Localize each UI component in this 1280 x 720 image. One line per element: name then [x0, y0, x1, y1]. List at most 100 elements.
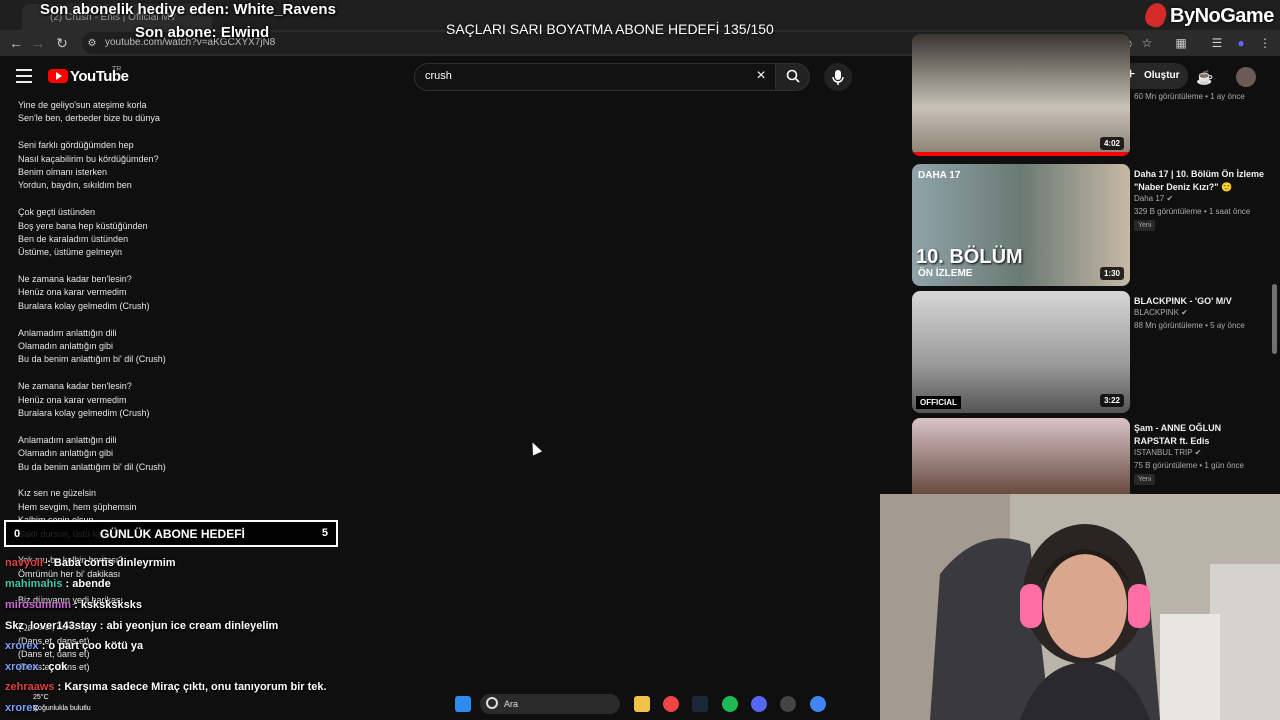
- lyrics-line: Henüz ona karar vermedim: [18, 394, 127, 405]
- chat-text: abende: [72, 578, 111, 590]
- goal-title: GÜNLÜK ABONE HEDEFİ: [100, 527, 245, 541]
- lyrics-line: [18, 193, 418, 206]
- youtube-logo-icon[interactable]: [48, 69, 68, 83]
- lyrics-line: Sen'le ben, derbeder bize bu dünya: [18, 113, 160, 124]
- video-thumbnail[interactable]: 4:02: [912, 34, 1130, 156]
- chat-separator: :: [62, 578, 73, 590]
- lyrics-line: Ben de karaladım üstünden: [18, 233, 129, 244]
- lyrics-line: Anlamadım anlattığın dili: [18, 327, 117, 338]
- video-title[interactable]: BLACKPINK - 'GO' M/V: [1134, 295, 1266, 308]
- webcam-feed: [880, 494, 1280, 720]
- thumbnail-caption: OFFICIAL: [916, 396, 961, 409]
- chat-separator: :: [44, 557, 54, 569]
- video-duration: 1:30: [1099, 267, 1124, 280]
- lyrics-line: Buralara kolay gelmedim (Crush): [18, 407, 150, 418]
- lyrics-line: Yine de geliyo'sun ateşime korla: [18, 100, 147, 110]
- lyrics-line: Seni farklı gördüğümden hep: [18, 140, 134, 151]
- lyrics-line: Olamadın anlattığın gibi: [18, 448, 114, 459]
- video-title[interactable]: Şam - ANNE OĞLUN RAPSTAR ft. Edis: [1134, 422, 1266, 448]
- lyrics-line: Ne zamana kadar ben'lesin?: [18, 381, 132, 392]
- chat-username[interactable]: Skz_lover143stay: [5, 620, 97, 632]
- related-video-item[interactable]: DAHA 17 10. BÖLÜM ÖN İZLEME 1:30 Daha 17…: [912, 164, 1272, 288]
- video-meta: 60 Mn görüntüleme • 1 ay önce: [1134, 92, 1245, 101]
- video-thumbnail[interactable]: OFFICIAL 3:22: [912, 291, 1130, 413]
- sidebar-scrollbar[interactable]: [1272, 284, 1277, 354]
- new-badge: Yeni: [1134, 474, 1156, 485]
- search-input-value[interactable]: crush: [425, 70, 452, 82]
- weather-temperature[interactable]: 25°C: [33, 694, 49, 701]
- lyrics-line: Çok geçti üstünden: [18, 207, 96, 218]
- file-explorer-icon[interactable]: [634, 696, 650, 712]
- chat-username[interactable]: mirosummm: [5, 599, 71, 611]
- chat-username[interactable]: xrorex: [5, 661, 39, 673]
- lyrics-line: Buralara kolay gelmedim (Crush): [18, 300, 150, 311]
- video-duration: 3:22: [1099, 394, 1124, 407]
- taskbar-search-icon: [486, 697, 498, 709]
- chat-message: mirosummm : ksksksksks: [5, 599, 405, 611]
- chat-message: xrorex : o part çoo kötü ya: [5, 640, 405, 652]
- lyrics-line: Üstüme, üstüme gelmeyin: [18, 247, 123, 258]
- related-video-item[interactable]: 4:02 60 Mn görüntüleme • 1 ay önce: [912, 34, 1272, 158]
- search-input[interactable]: [414, 63, 776, 91]
- lyrics-line: Hem sevgim, hem şüphemsin: [18, 501, 137, 512]
- thumbnail-caption: ÖN İZLEME: [918, 268, 973, 279]
- gift-sub-overlay: Son abonelik hediye eden: White_Ravens: [40, 1, 336, 18]
- chat-separator: :: [71, 599, 81, 611]
- chrome-active-icon[interactable]: [810, 696, 826, 712]
- lyrics-line: Bu da benim anlattığım bi' dil (Crush): [18, 461, 166, 472]
- chrome-icon[interactable]: [663, 696, 679, 712]
- reload-icon[interactable]: ↻: [52, 33, 72, 53]
- lyrics-line: [18, 126, 418, 139]
- mouse-cursor-icon: [527, 440, 543, 456]
- chat-message: xrorex : çok: [5, 661, 405, 673]
- obs-icon[interactable]: [780, 696, 796, 712]
- thumbnail-caption: DAHA 17: [918, 170, 961, 181]
- chat-username[interactable]: navyolr: [5, 557, 44, 569]
- chat-text: çok: [48, 661, 68, 673]
- forward-icon[interactable]: →: [28, 33, 48, 53]
- lyrics-line: Yordun, baydın, sıkıldım ben: [18, 180, 132, 191]
- taskbar-search-placeholder[interactable]: Ara: [504, 699, 518, 709]
- chat-separator: :: [38, 640, 49, 652]
- voice-search-button[interactable]: [824, 63, 852, 91]
- windows-start-icon[interactable]: [455, 696, 471, 712]
- discord-icon[interactable]: [751, 696, 767, 712]
- search-icon: [786, 69, 800, 83]
- channel-name[interactable]: BLACKPINK ✔: [1134, 308, 1188, 317]
- microphone-icon: [832, 70, 844, 85]
- video-title[interactable]: Daha 17 | 10. Bölüm Ön İzleme "Naber Den…: [1134, 168, 1266, 194]
- channel-name[interactable]: Daha 17 ✔: [1134, 194, 1173, 203]
- lyrics-line: [18, 420, 418, 433]
- lyrics-line: Benim olmanı isterken: [18, 166, 108, 177]
- channel-name[interactable]: ISTANBUL TRIP ✔: [1134, 448, 1201, 457]
- video-meta: 75 B görüntüleme • 1 gün önce: [1134, 461, 1244, 470]
- back-icon[interactable]: ←: [6, 33, 26, 53]
- chat-separator: :: [96, 620, 107, 632]
- spotify-icon[interactable]: [722, 696, 738, 712]
- related-video-item[interactable]: OFFICIAL 3:22 BLACKPINK - 'GO' M/V BLACK…: [912, 291, 1272, 415]
- hamburger-menu-icon[interactable]: [16, 69, 32, 83]
- steam-icon[interactable]: [692, 696, 708, 712]
- screen: (2) Crush - Enis | Official MV ← → ↻ ⚙ y…: [0, 0, 1280, 720]
- taskbar-search[interactable]: [480, 694, 620, 714]
- webcam-image: [880, 494, 1280, 720]
- new-badge: Yeni: [1134, 220, 1156, 231]
- chat-text: abi yeonjun ice cream dinleyelim: [106, 620, 279, 632]
- clear-search-icon[interactable]: ×: [752, 67, 770, 85]
- site-info-icon[interactable]: ⚙: [82, 34, 102, 54]
- lyrics-line: [18, 367, 418, 380]
- lyrics-line: [18, 260, 418, 273]
- goal-end: 5: [321, 527, 328, 539]
- youtube-region: TR: [112, 66, 122, 73]
- chat-text: ksksksksks: [80, 599, 142, 611]
- lyrics-line: Henüz ona karar vermedim: [18, 287, 127, 298]
- verified-icon: ✔: [1166, 194, 1174, 203]
- chat-username[interactable]: xrorex: [5, 640, 39, 652]
- chat-username[interactable]: mahimahis: [5, 578, 62, 590]
- verified-icon: ✔: [1181, 308, 1188, 317]
- lyrics-line: Ne zamana kadar ben'lesin?: [18, 274, 132, 285]
- lyrics-line: Boş yere bana hep küstüğünden: [18, 220, 148, 231]
- weather-description[interactable]: Çoğunlukla bulutlu: [33, 705, 91, 712]
- chat-text: Baba cörtis dinleyrmim: [53, 557, 176, 569]
- video-thumbnail[interactable]: DAHA 17 10. BÖLÜM ÖN İZLEME 1:30: [912, 164, 1130, 286]
